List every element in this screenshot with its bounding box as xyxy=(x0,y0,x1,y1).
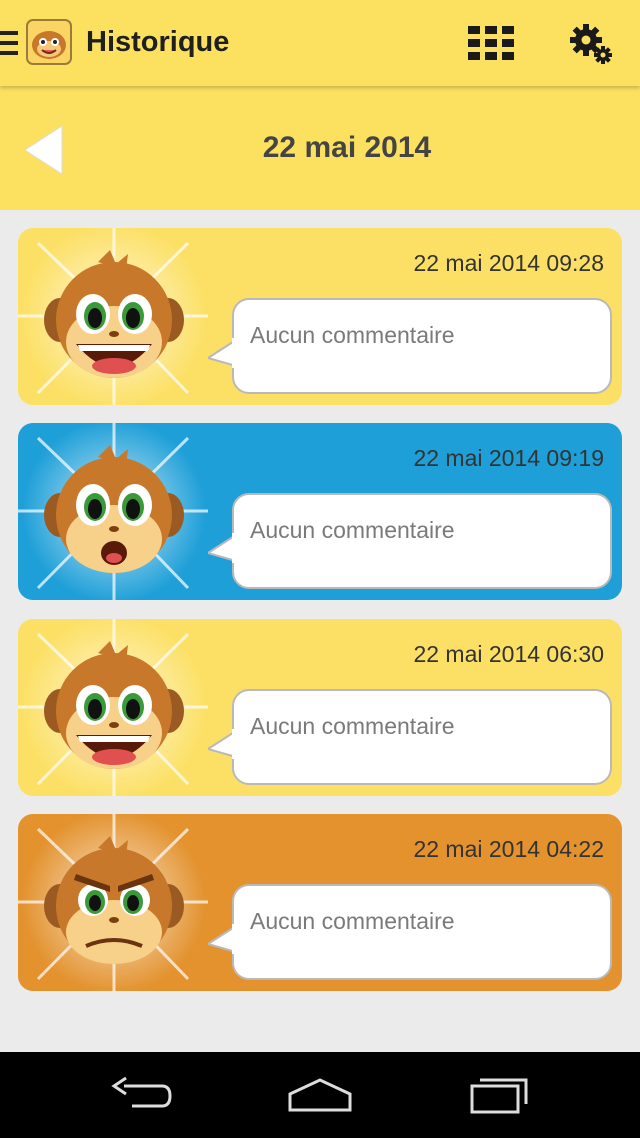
history-entry[interactable]: 22 mai 2014 09:28 Aucun commentaire xyxy=(18,228,622,405)
recents-nav-icon[interactable] xyxy=(466,1072,532,1116)
system-nav-bar xyxy=(0,1052,640,1138)
bubble-tail xyxy=(208,338,238,368)
hamburger-menu-icon[interactable] xyxy=(0,31,18,57)
date-title: 22 mai 2014 xyxy=(262,131,432,164)
bubble-tail xyxy=(208,924,238,954)
grid-view-icon[interactable] xyxy=(468,26,514,60)
comment-bubble[interactable]: Aucun commentaire xyxy=(232,884,612,980)
action-bar: Historique xyxy=(0,0,640,86)
settings-gears-icon[interactable] xyxy=(566,22,614,66)
entry-timestamp: 22 mai 2014 06:30 xyxy=(413,641,604,667)
home-nav-icon[interactable] xyxy=(286,1072,354,1116)
entry-timestamp: 22 mai 2014 09:28 xyxy=(413,250,604,276)
history-entry[interactable]: 22 mai 2014 06:30 Aucun commentaire xyxy=(18,619,622,796)
bubble-tail xyxy=(208,533,238,563)
entry-comment: Aucun commentaire xyxy=(250,908,455,934)
comment-bubble[interactable]: Aucun commentaire xyxy=(232,493,612,589)
monkey-happy-icon xyxy=(44,250,184,378)
back-nav-icon[interactable] xyxy=(110,1072,174,1116)
comment-bubble[interactable]: Aucun commentaire xyxy=(232,298,612,394)
entry-comment: Aucun commentaire xyxy=(250,517,455,543)
history-entry[interactable]: 22 mai 2014 04:22 Aucun commentaire xyxy=(18,814,622,991)
monkey-angry-icon xyxy=(44,836,184,964)
page-title: Historique xyxy=(86,26,230,58)
entry-comment: Aucun commentaire xyxy=(250,713,455,739)
bubble-tail xyxy=(208,729,238,759)
history-entry[interactable]: 22 mai 2014 09:19 Aucun commentaire xyxy=(18,423,622,600)
entry-timestamp: 22 mai 2014 04:22 xyxy=(413,836,604,862)
monkey-shocked-icon xyxy=(44,445,184,573)
comment-bubble[interactable]: Aucun commentaire xyxy=(232,689,612,785)
entry-timestamp: 22 mai 2014 09:19 xyxy=(413,445,604,471)
app-logo-icon[interactable] xyxy=(26,19,72,65)
entry-comment: Aucun commentaire xyxy=(250,322,455,348)
monkey-happy-icon xyxy=(44,641,184,769)
